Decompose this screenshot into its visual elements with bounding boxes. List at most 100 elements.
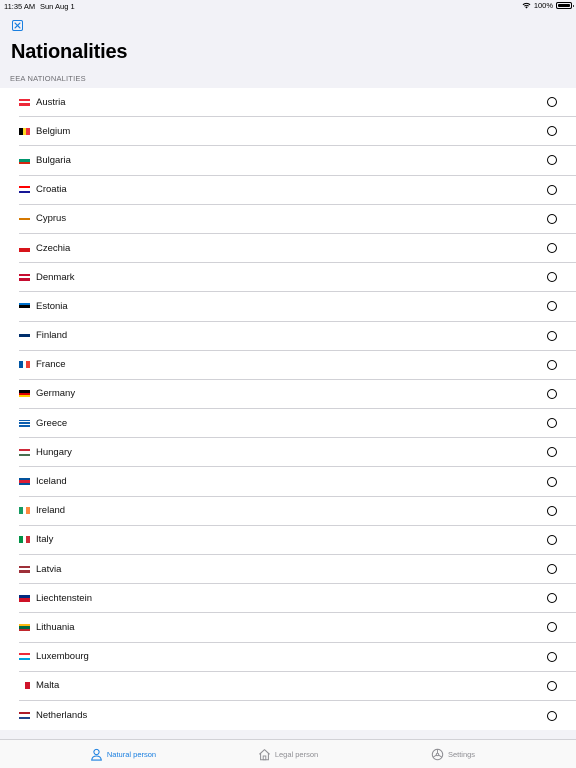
country-label: Austria (36, 96, 66, 108)
country-label: Estonia (36, 300, 68, 312)
country-label: Finland (36, 330, 68, 342)
tab-settings[interactable]: Settings (371, 748, 536, 761)
nationality-list: Austria Belgium Bulgaria Croatia Cyprus Czech… (0, 88, 576, 731)
country-row-hungary[interactable]: Hungary (0, 438, 576, 468)
radio-button[interactable] (547, 213, 557, 224)
country-row-content: Croatia (19, 176, 576, 205)
gear-icon (431, 748, 444, 760)
country-row-content: Czechia (19, 234, 576, 264)
country-row-finland[interactable]: Finland (0, 322, 576, 351)
close-button[interactable] (12, 20, 23, 31)
radio-button[interactable] (547, 505, 557, 516)
flag-icon (19, 507, 30, 515)
status-time: 11:35 AM (4, 2, 36, 11)
country-label: Bulgaria (36, 154, 71, 166)
country-row-luxembourg[interactable]: Luxembourg (0, 643, 576, 672)
country-row-cyprus[interactable]: Cyprus (0, 205, 576, 234)
flag-icon (19, 448, 30, 456)
country-row-content: Italy (19, 526, 576, 555)
radio-button[interactable] (547, 476, 557, 487)
page-title: Nationalities (11, 41, 128, 63)
country-row-content: Cyprus (19, 205, 576, 234)
country-row-liechtenstein[interactable]: Liechtenstein (0, 584, 576, 614)
country-row-greece[interactable]: Greece (0, 409, 576, 439)
country-row-content: Lithuania (19, 613, 576, 643)
country-row-malta[interactable]: Malta (0, 672, 576, 701)
radio-button[interactable] (547, 651, 557, 662)
flag-icon (19, 536, 30, 544)
country-label: Germany (36, 388, 76, 400)
country-row-netherlands[interactable]: Netherlands (0, 701, 576, 730)
country-row-czechia[interactable]: Czechia (0, 234, 576, 264)
status-date: Sun Aug 1 (40, 2, 75, 11)
flag-icon (19, 127, 30, 135)
country-label: Denmark (36, 271, 75, 283)
tab-natural-person[interactable]: Natural person (41, 748, 206, 761)
radio-button[interactable] (547, 418, 557, 429)
country-row-iceland[interactable]: Iceland (0, 467, 576, 497)
country-row-belgium[interactable]: Belgium (0, 117, 576, 147)
battery-percent: 100% (533, 1, 553, 10)
flag-icon (19, 361, 30, 369)
country-row-estonia[interactable]: Estonia (0, 292, 576, 322)
radio-button[interactable] (547, 447, 557, 458)
radio-button[interactable] (547, 622, 557, 633)
country-row-content: Austria (19, 88, 576, 118)
country-row-lithuania[interactable]: Lithuania (0, 613, 576, 643)
radio-button[interactable] (547, 388, 557, 399)
radio-button[interactable] (547, 155, 557, 166)
radio-button[interactable] (547, 710, 557, 721)
country-row-content: Netherlands (19, 701, 576, 730)
person-icon (90, 748, 102, 761)
tab-legal-person[interactable]: Legal person (206, 748, 371, 761)
tab-natural-person-label: Natural person (106, 749, 157, 759)
radio-button[interactable] (547, 564, 557, 575)
radio-button[interactable] (547, 184, 557, 195)
country-row-content: Germany (19, 380, 576, 410)
country-label: Belgium (36, 125, 71, 137)
radio-button[interactable] (547, 272, 557, 283)
status-bar: 11:35 AM Sun Aug 1 100% (0, 0, 576, 12)
tab-legal-person-label: Legal person (274, 749, 319, 759)
radio-button[interactable] (547, 534, 557, 545)
radio-button[interactable] (547, 301, 557, 312)
radio-button[interactable] (547, 330, 557, 341)
radio-button[interactable] (547, 593, 557, 604)
country-row-italy[interactable]: Italy (0, 526, 576, 555)
radio-button[interactable] (547, 359, 557, 370)
country-label: Croatia (36, 184, 67, 196)
radio-button[interactable] (547, 126, 557, 137)
country-label: Malta (36, 680, 60, 692)
country-row-latvia[interactable]: Latvia (0, 555, 576, 585)
flag-icon (19, 273, 30, 281)
flag-icon (19, 623, 30, 631)
country-row-france[interactable]: France (0, 351, 576, 380)
country-row-content: Greece (19, 409, 576, 439)
flag-icon (19, 653, 30, 661)
country-label: Ireland (36, 505, 66, 517)
flag-icon (19, 419, 30, 427)
country-row-content: Liechtenstein (19, 584, 576, 614)
flag-icon (19, 712, 30, 720)
country-row-content: Estonia (19, 292, 576, 322)
country-row-content: Bulgaria (19, 146, 576, 176)
country-row-austria[interactable]: Austria (0, 88, 576, 118)
radio-button[interactable] (547, 97, 557, 108)
country-row-croatia[interactable]: Croatia (0, 176, 576, 205)
country-row-denmark[interactable]: Denmark (0, 263, 576, 293)
country-row-bulgaria[interactable]: Bulgaria (0, 146, 576, 176)
country-row-ireland[interactable]: Ireland (0, 497, 576, 526)
flag-icon (19, 332, 30, 340)
wifi-icon (522, 2, 531, 9)
radio-button[interactable] (547, 680, 557, 691)
country-label: France (36, 359, 66, 371)
flag-icon (19, 98, 30, 106)
country-row-content: Latvia (19, 555, 576, 585)
country-row-content: Finland (19, 322, 576, 351)
flag-icon (19, 215, 30, 223)
radio-button[interactable] (547, 243, 557, 254)
country-row-content: Luxembourg (19, 643, 576, 672)
country-label: Luxembourg (36, 651, 89, 663)
country-row-germany[interactable]: Germany (0, 380, 576, 410)
flag-icon (19, 302, 30, 310)
